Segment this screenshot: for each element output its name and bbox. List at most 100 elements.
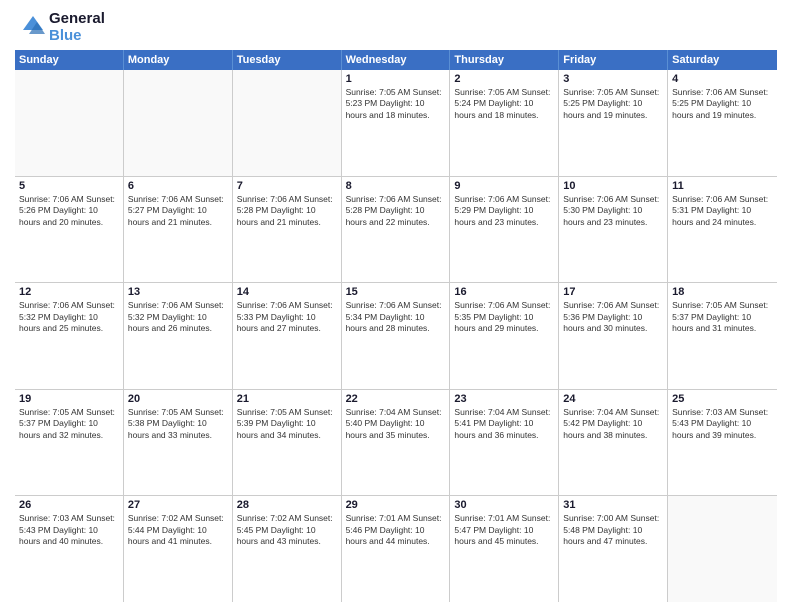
day-cell-6: 6 Sunrise: 7:06 AM Sunset: 5:27 PM Daylig…: [124, 177, 233, 283]
day-cell-16: 16 Sunrise: 7:06 AM Sunset: 5:35 PM Dayli…: [450, 283, 559, 389]
day-number: 29: [346, 499, 446, 511]
day-number: 9: [454, 180, 554, 192]
day-info: Sunrise: 7:04 AM Sunset: 5:40 PM Dayligh…: [346, 407, 446, 441]
day-number: 24: [563, 393, 663, 405]
logo-text: General Blue: [49, 10, 105, 44]
day-cell-10: 10Sunrise: 7:06 AM Sunset: 5:30 PM Dayli…: [559, 177, 668, 283]
day-info: Sunrise: 7:06 AM Sunset: 5:28 PM Dayligh…: [237, 194, 337, 228]
day-cell-22: 22 Sunrise: 7:04 AM Sunset: 5:40 PM Dayli…: [342, 390, 451, 496]
weekday-header-wednesday: Wednesday: [342, 50, 451, 70]
day-number: 7: [237, 180, 337, 192]
logo-icon: [15, 12, 45, 42]
week-row-1: 1Sunrise: 7:05 AM Sunset: 5:23 PM Daylig…: [15, 70, 777, 177]
empty-cell: [15, 70, 124, 176]
day-cell-28: 28Sunrise: 7:02 AM Sunset: 5:45 PM Dayli…: [233, 496, 342, 602]
day-number: 20: [128, 393, 228, 405]
day-number: 13: [128, 286, 228, 298]
day-info: Sunrise: 7:06 AM Sunset: 5:34 PM Dayligh…: [346, 300, 446, 334]
day-info: Sunrise: 7:01 AM Sunset: 5:47 PM Dayligh…: [454, 513, 554, 547]
day-number: 27: [128, 499, 228, 511]
weekday-header-tuesday: Tuesday: [233, 50, 342, 70]
empty-cell: [124, 70, 233, 176]
page: General Blue SundayMondayTuesdayWednesda…: [0, 0, 792, 612]
header: General Blue: [15, 10, 777, 44]
day-number: 10: [563, 180, 663, 192]
day-info: Sunrise: 7:05 AM Sunset: 5:24 PM Dayligh…: [454, 87, 554, 121]
day-info: Sunrise: 7:02 AM Sunset: 5:45 PM Dayligh…: [237, 513, 337, 547]
day-cell-4: 4Sunrise: 7:06 AM Sunset: 5:25 PM Daylig…: [668, 70, 777, 176]
day-info: Sunrise: 7:06 AM Sunset: 5:29 PM Dayligh…: [454, 194, 554, 228]
week-row-3: 12 Sunrise: 7:06 AM Sunset: 5:32 PM Dayli…: [15, 283, 777, 390]
day-number: 8: [346, 180, 446, 192]
day-cell-2: 2 Sunrise: 7:05 AM Sunset: 5:24 PM Daylig…: [450, 70, 559, 176]
day-info: Sunrise: 7:01 AM Sunset: 5:46 PM Dayligh…: [346, 513, 446, 547]
day-number: 21: [237, 393, 337, 405]
day-cell-1: 1Sunrise: 7:05 AM Sunset: 5:23 PM Daylig…: [342, 70, 451, 176]
logo: General Blue: [15, 10, 105, 44]
day-info: Sunrise: 7:04 AM Sunset: 5:41 PM Dayligh…: [454, 407, 554, 441]
day-number: 2: [454, 73, 554, 85]
day-cell-7: 7 Sunrise: 7:06 AM Sunset: 5:28 PM Daylig…: [233, 177, 342, 283]
day-info: Sunrise: 7:04 AM Sunset: 5:42 PM Dayligh…: [563, 407, 663, 441]
day-cell-14: 14Sunrise: 7:06 AM Sunset: 5:33 PM Dayli…: [233, 283, 342, 389]
day-number: 3: [563, 73, 663, 85]
day-number: 25: [672, 393, 773, 405]
day-number: 22: [346, 393, 446, 405]
day-number: 19: [19, 393, 119, 405]
day-cell-27: 27 Sunrise: 7:02 AM Sunset: 5:44 PM Dayli…: [124, 496, 233, 602]
day-number: 4: [672, 73, 773, 85]
day-cell-30: 30 Sunrise: 7:01 AM Sunset: 5:47 PM Dayli…: [450, 496, 559, 602]
day-cell-17: 17Sunrise: 7:06 AM Sunset: 5:36 PM Dayli…: [559, 283, 668, 389]
day-cell-13: 13 Sunrise: 7:06 AM Sunset: 5:32 PM Dayli…: [124, 283, 233, 389]
day-info: Sunrise: 7:06 AM Sunset: 5:35 PM Dayligh…: [454, 300, 554, 334]
day-info: Sunrise: 7:05 AM Sunset: 5:37 PM Dayligh…: [19, 407, 119, 441]
day-info: Sunrise: 7:05 AM Sunset: 5:38 PM Dayligh…: [128, 407, 228, 441]
day-cell-25: 25 Sunrise: 7:03 AM Sunset: 5:43 PM Dayli…: [668, 390, 777, 496]
day-info: Sunrise: 7:06 AM Sunset: 5:27 PM Dayligh…: [128, 194, 228, 228]
day-info: Sunrise: 7:06 AM Sunset: 5:32 PM Dayligh…: [128, 300, 228, 334]
day-number: 30: [454, 499, 554, 511]
weekday-header-thursday: Thursday: [450, 50, 559, 70]
day-cell-5: 5 Sunrise: 7:06 AM Sunset: 5:26 PM Daylig…: [15, 177, 124, 283]
week-row-5: 26 Sunrise: 7:03 AM Sunset: 5:43 PM Dayli…: [15, 496, 777, 602]
day-number: 17: [563, 286, 663, 298]
day-info: Sunrise: 7:06 AM Sunset: 5:28 PM Dayligh…: [346, 194, 446, 228]
day-cell-3: 3Sunrise: 7:05 AM Sunset: 5:25 PM Daylig…: [559, 70, 668, 176]
day-info: Sunrise: 7:03 AM Sunset: 5:43 PM Dayligh…: [672, 407, 773, 441]
day-cell-19: 19 Sunrise: 7:05 AM Sunset: 5:37 PM Dayli…: [15, 390, 124, 496]
day-cell-20: 20 Sunrise: 7:05 AM Sunset: 5:38 PM Dayli…: [124, 390, 233, 496]
day-number: 14: [237, 286, 337, 298]
day-cell-26: 26 Sunrise: 7:03 AM Sunset: 5:43 PM Dayli…: [15, 496, 124, 602]
empty-cell: [233, 70, 342, 176]
day-number: 11: [672, 180, 773, 192]
day-info: Sunrise: 7:02 AM Sunset: 5:44 PM Dayligh…: [128, 513, 228, 547]
day-info: Sunrise: 7:06 AM Sunset: 5:26 PM Dayligh…: [19, 194, 119, 228]
day-cell-8: 8 Sunrise: 7:06 AM Sunset: 5:28 PM Daylig…: [342, 177, 451, 283]
day-cell-21: 21 Sunrise: 7:05 AM Sunset: 5:39 PM Dayli…: [233, 390, 342, 496]
day-number: 26: [19, 499, 119, 511]
day-info: Sunrise: 7:06 AM Sunset: 5:31 PM Dayligh…: [672, 194, 773, 228]
calendar: SundayMondayTuesdayWednesdayThursdayFrid…: [15, 50, 777, 602]
day-number: 6: [128, 180, 228, 192]
day-cell-24: 24 Sunrise: 7:04 AM Sunset: 5:42 PM Dayli…: [559, 390, 668, 496]
day-info: Sunrise: 7:03 AM Sunset: 5:43 PM Dayligh…: [19, 513, 119, 547]
day-cell-29: 29 Sunrise: 7:01 AM Sunset: 5:46 PM Dayli…: [342, 496, 451, 602]
day-number: 31: [563, 499, 663, 511]
day-info: Sunrise: 7:05 AM Sunset: 5:37 PM Dayligh…: [672, 300, 773, 334]
day-cell-15: 15Sunrise: 7:06 AM Sunset: 5:34 PM Dayli…: [342, 283, 451, 389]
day-cell-9: 9 Sunrise: 7:06 AM Sunset: 5:29 PM Daylig…: [450, 177, 559, 283]
day-number: 16: [454, 286, 554, 298]
day-number: 23: [454, 393, 554, 405]
weekday-header-friday: Friday: [559, 50, 668, 70]
day-number: 12: [19, 286, 119, 298]
day-info: Sunrise: 7:05 AM Sunset: 5:39 PM Dayligh…: [237, 407, 337, 441]
day-number: 18: [672, 286, 773, 298]
weekday-header-monday: Monday: [124, 50, 233, 70]
weekday-header-saturday: Saturday: [668, 50, 777, 70]
day-cell-31: 31Sunrise: 7:00 AM Sunset: 5:48 PM Dayli…: [559, 496, 668, 602]
week-row-2: 5 Sunrise: 7:06 AM Sunset: 5:26 PM Daylig…: [15, 177, 777, 284]
week-row-4: 19 Sunrise: 7:05 AM Sunset: 5:37 PM Dayli…: [15, 390, 777, 497]
day-cell-11: 11 Sunrise: 7:06 AM Sunset: 5:31 PM Dayli…: [668, 177, 777, 283]
day-info: Sunrise: 7:05 AM Sunset: 5:23 PM Dayligh…: [346, 87, 446, 121]
day-number: 5: [19, 180, 119, 192]
